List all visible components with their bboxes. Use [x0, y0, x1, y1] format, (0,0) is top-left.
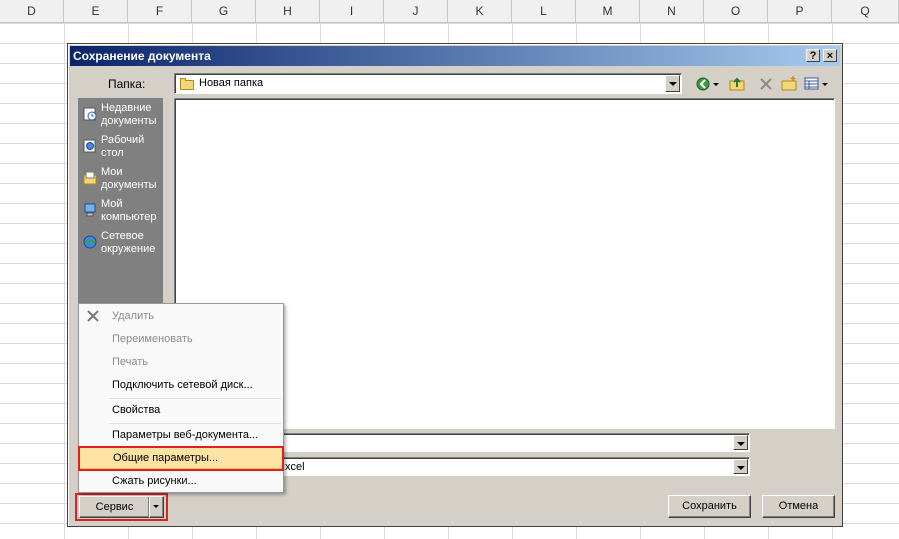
chevron-down-icon[interactable]	[733, 459, 748, 474]
place-desktop[interactable]: Рабочий стол	[79, 134, 164, 166]
menu-item-label: Свойства	[112, 404, 161, 416]
column-header[interactable]: G	[192, 0, 256, 22]
menu-item-label: Удалить	[112, 310, 154, 322]
new-folder-icon[interactable]	[780, 75, 798, 93]
places-bar: Недавние документы Рабочий стол Мои доку…	[78, 98, 163, 313]
folder-value: Новая папка	[199, 77, 264, 89]
menu-item-label: Сжать рисунки...	[112, 475, 197, 487]
menu-item-compress-pictures[interactable]: Сжать рисунки...	[79, 470, 283, 492]
menu-item-properties[interactable]: Свойства	[79, 399, 283, 421]
column-header[interactable]: Q	[832, 0, 899, 22]
column-header[interactable]: O	[704, 0, 768, 22]
column-header[interactable]: P	[768, 0, 832, 22]
chevron-down-icon	[153, 505, 159, 508]
help-button[interactable]: ?	[806, 49, 820, 62]
place-my-computer[interactable]: Мой компьютер	[79, 198, 164, 230]
place-label: Рабочий стол	[101, 134, 145, 159]
back-dropdown-icon[interactable]	[712, 75, 720, 93]
grid-line	[64, 23, 65, 539]
column-header[interactable]: E	[64, 0, 128, 22]
menu-item-label: Параметры веб-документа...	[112, 429, 259, 441]
folder-icon	[180, 78, 194, 90]
column-header[interactable]: H	[256, 0, 320, 22]
menu-item-print[interactable]: Печать	[79, 351, 283, 373]
menu-item-web-options[interactable]: Параметры веб-документа...	[79, 424, 283, 446]
filename-field[interactable]	[280, 433, 750, 452]
folder-combo[interactable]: Новая папка	[174, 73, 682, 94]
chevron-down-icon[interactable]	[665, 75, 680, 92]
menu-item-label: Печать	[112, 356, 149, 368]
column-header[interactable]: K	[448, 0, 512, 22]
close-button[interactable]: ×	[823, 49, 837, 62]
column-header[interactable]: L	[512, 0, 576, 22]
service-dropdown-button[interactable]	[149, 496, 164, 518]
my-documents-icon	[83, 171, 97, 185]
column-header-bar: D E F G H I J K L M N O P Q	[0, 0, 899, 23]
menu-item-label: Подключить сетевой диск...	[112, 379, 253, 391]
place-label: Мои документы	[101, 166, 157, 191]
column-header[interactable]: I	[320, 0, 384, 22]
dialog-titlebar[interactable]: Сохранение документа ? ×	[70, 46, 840, 66]
views-icon[interactable]	[803, 75, 821, 93]
menu-item-label: Переименовать	[112, 333, 193, 345]
cancel-button[interactable]: Отмена	[762, 495, 835, 518]
place-label: Мой компьютер	[101, 198, 157, 223]
save-button[interactable]: Сохранить	[668, 495, 751, 518]
menu-item-map-drive[interactable]: Подключить сетевой диск...	[79, 374, 283, 396]
filetype-combo[interactable]: xcel	[280, 457, 750, 476]
general-options-highlight	[78, 446, 284, 471]
folder-label: Папка:	[108, 77, 146, 91]
column-header[interactable]: N	[640, 0, 704, 22]
my-computer-icon	[84, 203, 96, 217]
column-header[interactable]: F	[128, 0, 192, 22]
recent-docs-icon	[83, 107, 97, 121]
delete-icon[interactable]	[757, 75, 775, 93]
place-label: Сетевое окружение	[101, 230, 156, 255]
column-header[interactable]: D	[0, 0, 64, 22]
place-network[interactable]: Сетевое окружение	[79, 230, 164, 262]
network-icon	[83, 235, 97, 249]
back-icon[interactable]	[695, 75, 713, 93]
service-button[interactable]: Сервис	[79, 496, 150, 518]
place-my-documents[interactable]: Мои документы	[79, 166, 164, 198]
place-label: Недавние документы	[101, 102, 157, 127]
desktop-icon	[83, 139, 96, 153]
up-folder-icon[interactable]	[728, 75, 746, 93]
place-recent[interactable]: Недавние документы	[79, 102, 164, 134]
menu-item-delete[interactable]: Удалить	[79, 305, 283, 327]
column-header[interactable]: J	[384, 0, 448, 22]
chevron-down-icon[interactable]	[733, 435, 748, 450]
filetype-value: xcel	[285, 461, 305, 473]
column-header[interactable]: M	[576, 0, 640, 22]
menu-item-rename[interactable]: Переименовать	[79, 328, 283, 350]
dialog-title: Сохранение документа	[73, 49, 211, 63]
service-menu: Удалить Переименовать Печать Подключить …	[78, 303, 284, 493]
views-dropdown-icon[interactable]	[821, 75, 829, 93]
